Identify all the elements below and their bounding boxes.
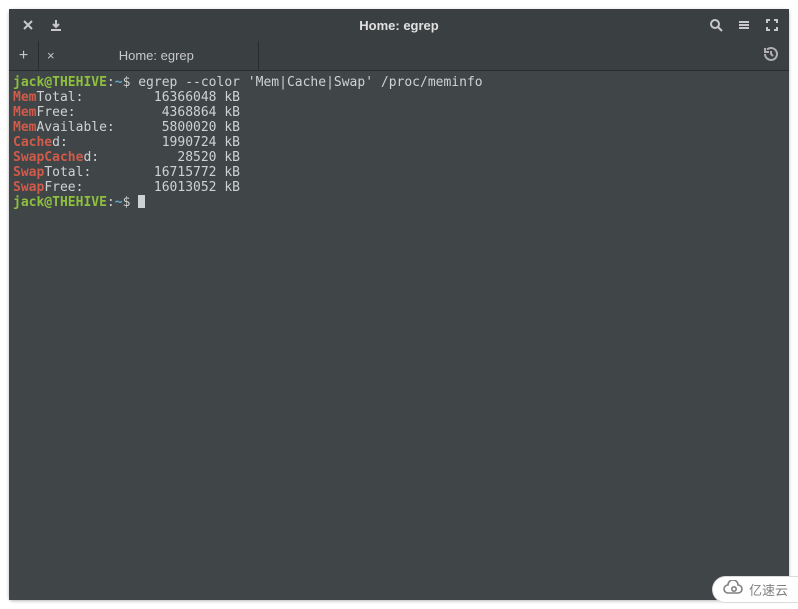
watermark-badge: 亿速云	[712, 576, 798, 603]
cloud-icon	[721, 580, 745, 599]
menu-icon[interactable]	[737, 18, 751, 32]
search-icon[interactable]	[709, 18, 723, 32]
new-tab-button[interactable]: +	[9, 41, 39, 70]
terminal-viewport[interactable]: jack@THEHIVE:~$ egrep --color 'Mem|Cache…	[9, 71, 789, 600]
close-tab-icon[interactable]: ×	[47, 48, 55, 63]
watermark-text: 亿速云	[749, 580, 788, 599]
close-window-button[interactable]	[21, 18, 35, 32]
fullscreen-icon[interactable]	[765, 18, 779, 32]
window-title: Home: egrep	[9, 18, 789, 33]
tab-label: Home: egrep	[63, 48, 250, 63]
titlebar: Home: egrep	[9, 9, 789, 41]
tab-bar: + × Home: egrep	[9, 41, 789, 71]
history-icon[interactable]	[763, 46, 779, 65]
download-icon[interactable]	[49, 18, 63, 32]
terminal-window: Home: egrep + × Home: egrep jack@THEHIVE…	[9, 9, 789, 600]
tab-home-egrep[interactable]: × Home: egrep	[39, 41, 259, 70]
cursor	[138, 195, 145, 208]
